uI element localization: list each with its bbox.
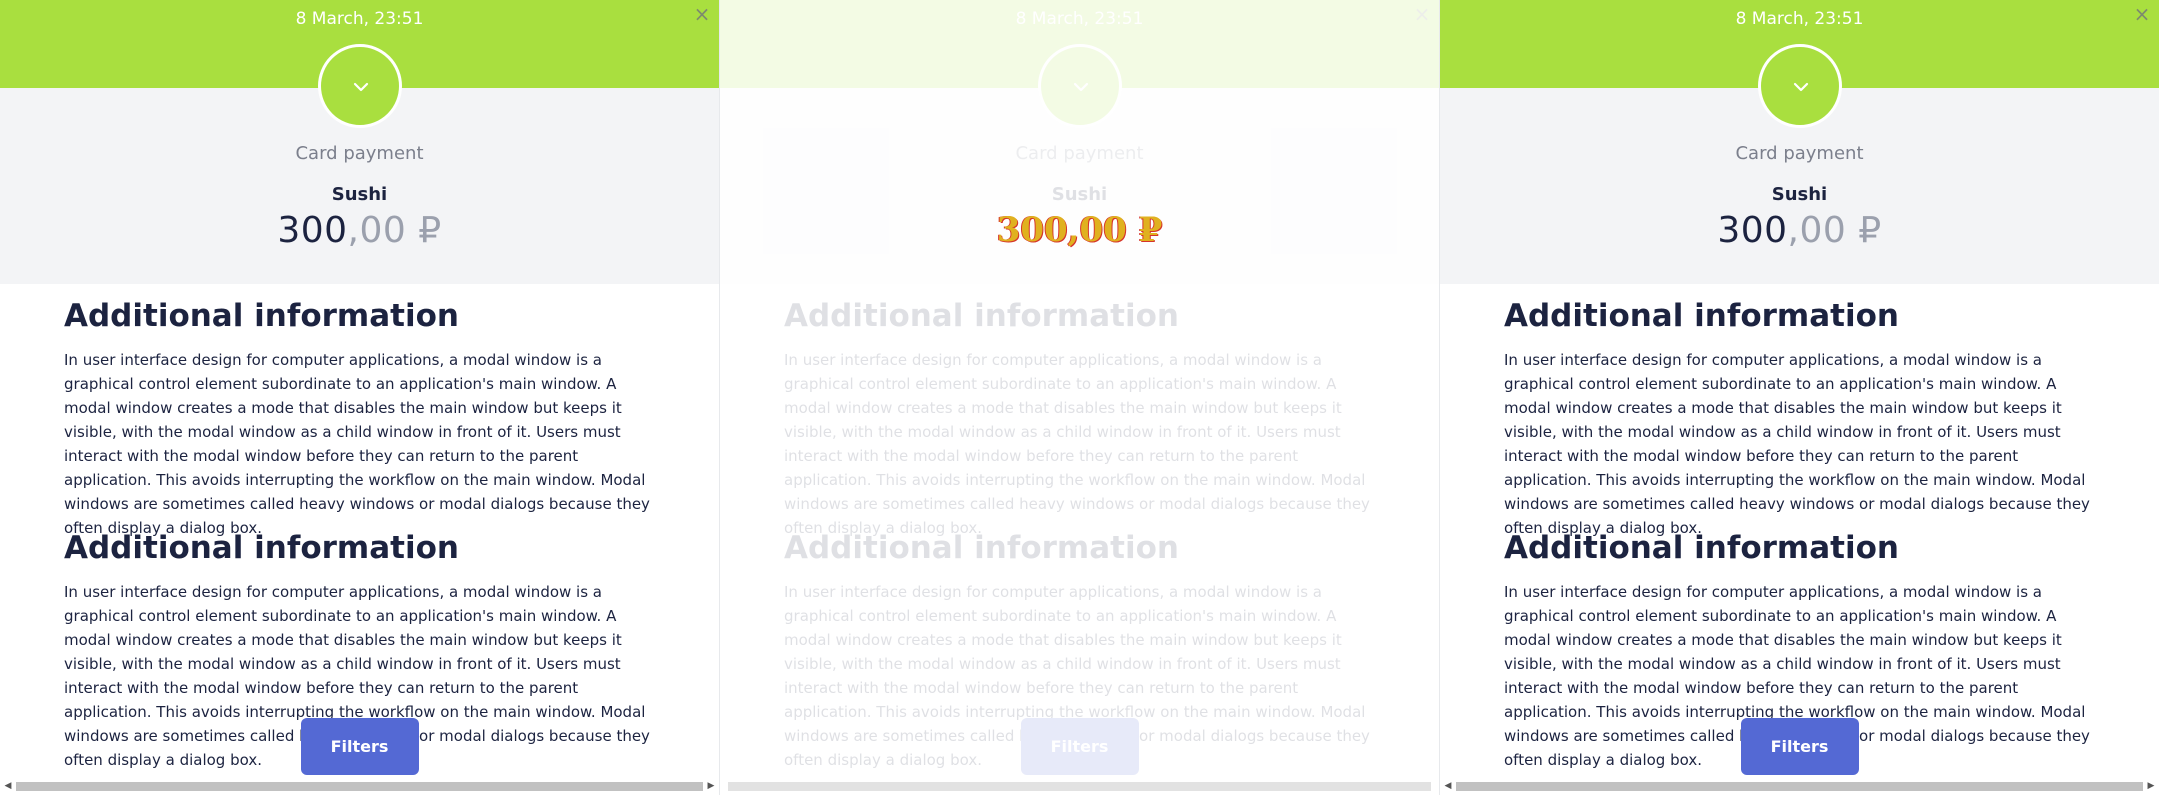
status-circle: [1757, 44, 1842, 128]
transaction-date: 8 March, 23:51: [1015, 9, 1144, 29]
filters-button[interactable]: Filters: [1740, 718, 1859, 775]
status-circle: [1037, 44, 1122, 128]
info-content: Additional information In user interface…: [784, 296, 1384, 769]
section-heading: Additional information: [64, 530, 459, 566]
chevron-down-icon: [1073, 82, 1088, 92]
section-text: In user interface design for computer ap…: [1504, 351, 2090, 537]
chevron-down-icon: [1793, 82, 1808, 92]
section-text: In user interface design for computer ap…: [784, 351, 1370, 537]
currency-symbol: ₽: [1858, 210, 1882, 251]
horizontal-scrollbar[interactable]: ◀ ▶: [0, 778, 719, 795]
scroll-thumb[interactable]: [1456, 782, 2143, 791]
status-circle: [317, 44, 402, 128]
modal-panel-2: 8 March, 23:51 × Card payment Sushi Addi…: [720, 0, 1439, 795]
amount-decimal: ,00: [347, 210, 407, 251]
amount: 300,00 ₽: [996, 210, 1163, 250]
chevron-down-icon: [353, 82, 368, 92]
transaction-date: 8 March, 23:51: [295, 9, 424, 29]
modal-panel-1: 8 March, 23:51 × Card payment Sushi 300,…: [0, 0, 719, 795]
close-icon[interactable]: ×: [1411, 3, 1433, 25]
filters-button[interactable]: Filters: [300, 718, 419, 775]
section-heading: Additional information: [784, 530, 1179, 566]
horizontal-scrollbar[interactable]: ◀ ▶: [1440, 778, 2159, 795]
filters-button[interactable]: Filters: [1020, 718, 1139, 775]
arrow-right-icon[interactable]: ▶: [2145, 780, 2157, 793]
section-heading: Additional information: [64, 298, 459, 334]
merchant-name: Sushi: [331, 184, 388, 205]
currency-symbol: ₽: [418, 210, 442, 251]
close-icon[interactable]: ×: [691, 3, 713, 25]
arrow-left-icon[interactable]: ◀: [2, 780, 14, 793]
merchant-name: Sushi: [1051, 184, 1108, 205]
merchant-name: Sushi: [1771, 184, 1828, 205]
amount-integer: 300: [277, 210, 348, 251]
info-content: Additional information In user interface…: [1504, 296, 2104, 769]
scroll-track[interactable]: [728, 782, 1431, 791]
close-icon[interactable]: ×: [2131, 3, 2153, 25]
payment-method: Card payment: [1015, 143, 1144, 164]
horizontal-scrollbar[interactable]: [720, 778, 1439, 795]
section-heading: Additional information: [1504, 298, 1899, 334]
amount: 300,00 ₽: [1440, 210, 2159, 251]
arrow-left-icon[interactable]: ◀: [1442, 780, 1454, 793]
info-content: Additional information In user interface…: [64, 296, 664, 769]
scroll-track[interactable]: [16, 782, 703, 791]
scroll-thumb[interactable]: [728, 782, 1431, 791]
scroll-track[interactable]: [1456, 782, 2143, 791]
section-heading: Additional information: [1504, 530, 1899, 566]
scroll-thumb[interactable]: [16, 782, 703, 791]
payment-method: Card payment: [1735, 143, 1864, 164]
section-text: In user interface design for computer ap…: [64, 351, 650, 537]
arrow-right-icon[interactable]: ▶: [705, 780, 717, 793]
transaction-date: 8 March, 23:51: [1735, 9, 1864, 29]
amount-decimal: ,00: [1787, 210, 1847, 251]
section-heading: Additional information: [784, 298, 1179, 334]
modal-panel-3: 8 March, 23:51 × Card payment Sushi 300,…: [1440, 0, 2159, 795]
amount: 300,00 ₽: [0, 210, 719, 251]
payment-method: Card payment: [295, 143, 424, 164]
amount-integer: 300: [1717, 210, 1788, 251]
